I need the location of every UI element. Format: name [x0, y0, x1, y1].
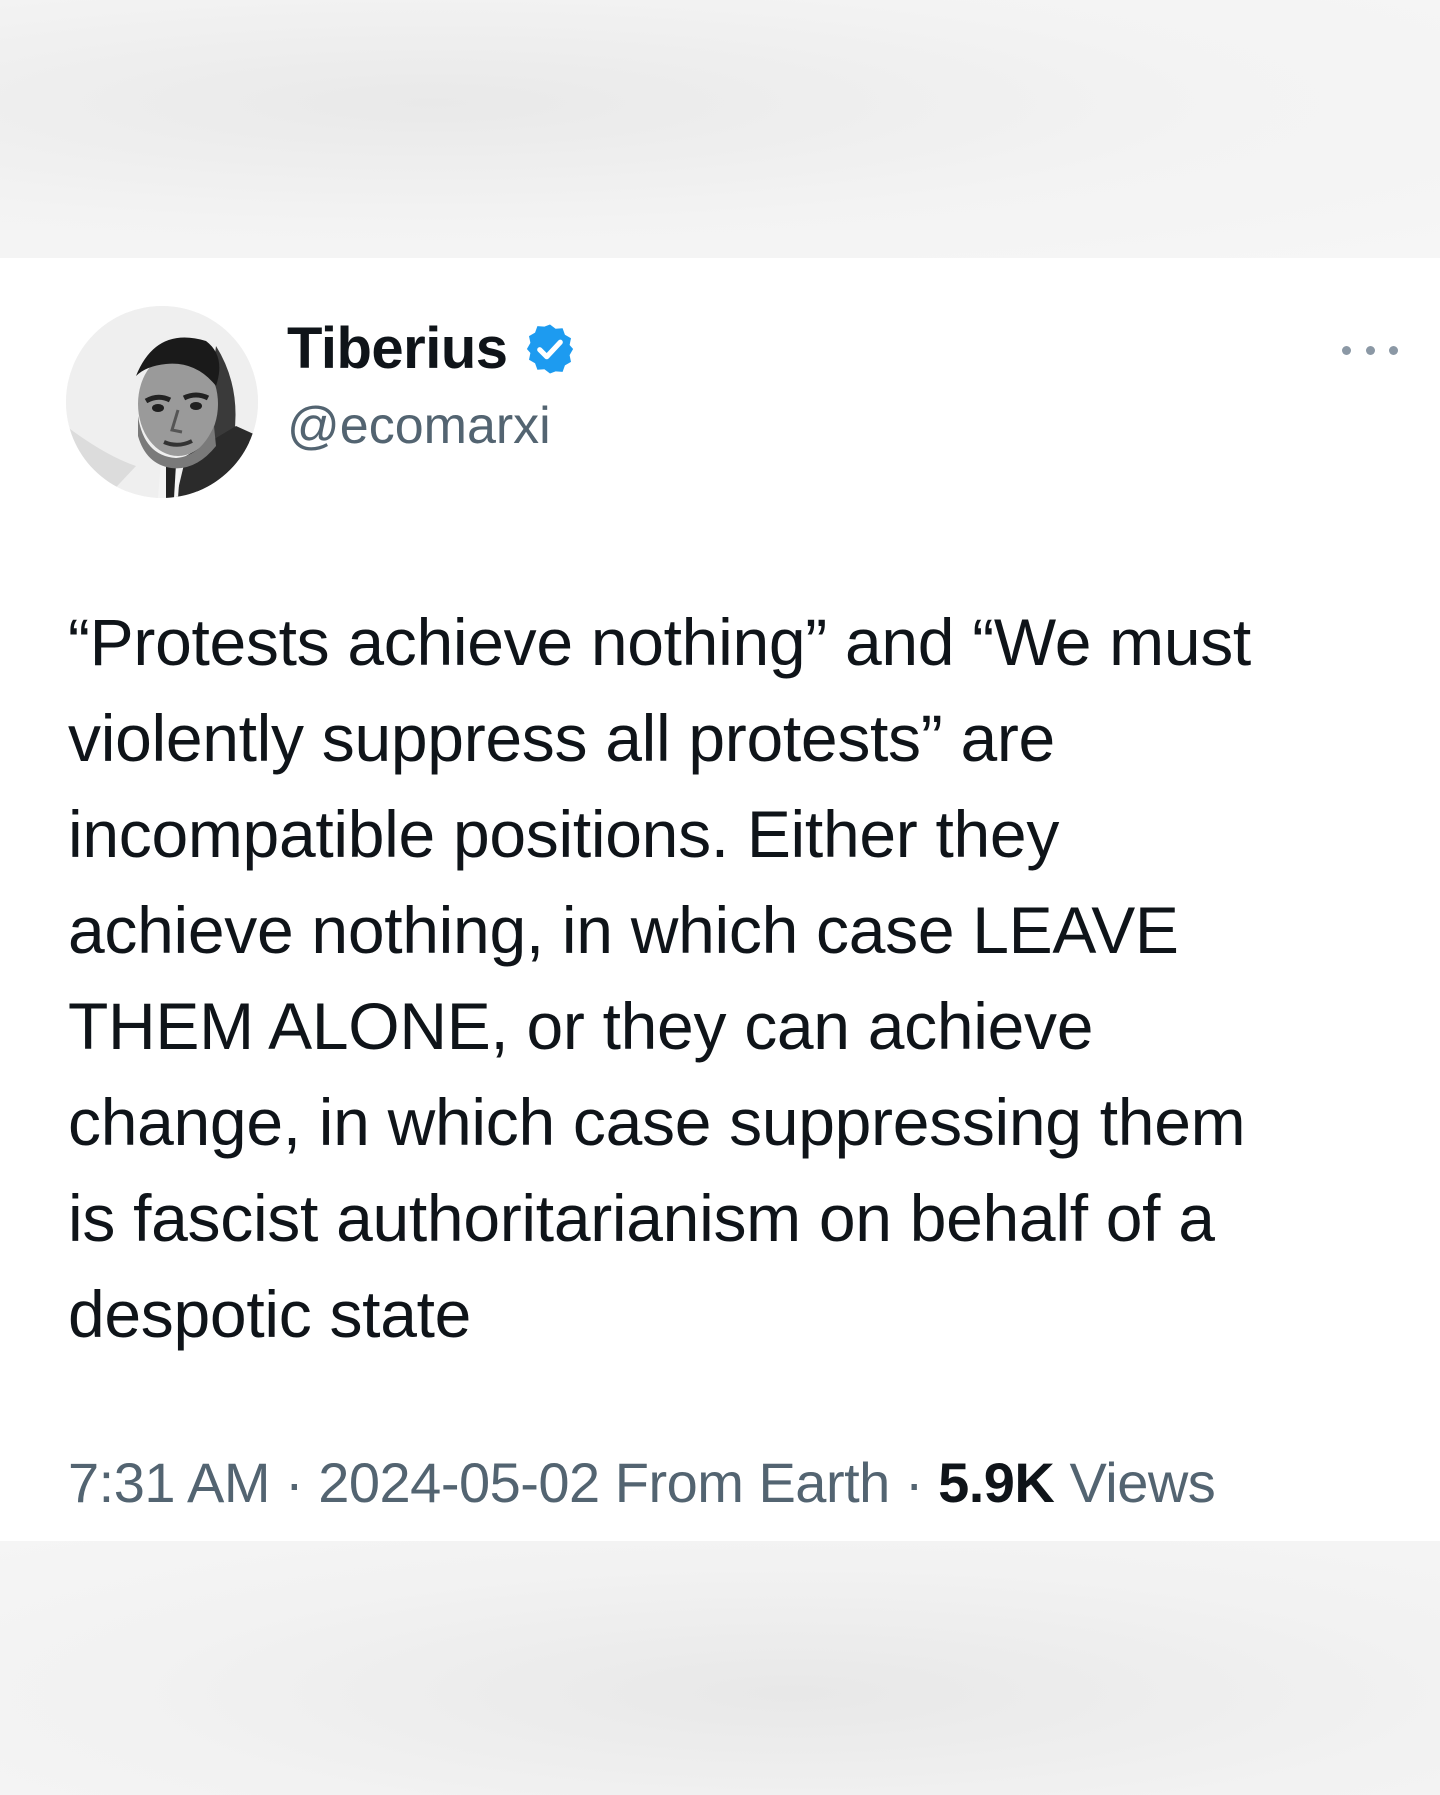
tweet-text: “Protests achieve nothing” and “We must …	[68, 594, 1408, 1362]
author-handle[interactable]: @ecomarxi	[287, 394, 551, 458]
avatar-portrait-icon	[66, 306, 258, 498]
tweet-text-line: violently suppress all protests” are	[68, 701, 1055, 775]
views-label: Views	[1069, 1451, 1216, 1514]
tweet-text-line: THEM ALONE, or they can achieve	[68, 989, 1094, 1063]
tweet-text-line: achieve nothing, in which case LEAVE	[68, 893, 1179, 967]
more-dot	[1342, 345, 1351, 355]
author-name-row[interactable]: Tiberius	[287, 314, 578, 384]
tweet-date[interactable]: 2024-05-02	[318, 1451, 600, 1514]
tweet-text-line: is fascist authoritarianism on behalf of…	[68, 1181, 1215, 1255]
tweet-meta: 7:31 AM · 2024-05-02 From Earth · 5.9K V…	[68, 1448, 1216, 1518]
avatar[interactable]	[66, 306, 258, 498]
tweet-card: Tiberius @ecomarxi “Protests achieve not…	[0, 258, 1440, 1541]
tweet-location: From Earth	[614, 1451, 891, 1514]
tweet-text-line: despotic state	[68, 1277, 472, 1351]
verified-badge-icon	[522, 321, 578, 377]
more-options-icon[interactable]	[1342, 330, 1398, 370]
tweet-text-line: “Protests achieve nothing” and “We must	[68, 605, 1251, 679]
background-bottom	[0, 1541, 1440, 1795]
tweet-text-line: change, in which case suppressing them	[68, 1085, 1246, 1159]
author-display-name[interactable]: Tiberius	[287, 314, 508, 384]
more-dot	[1365, 345, 1375, 355]
meta-separator: ·	[269, 1451, 319, 1514]
background-top	[0, 0, 1440, 258]
tweet-time[interactable]: 7:31 AM	[68, 1451, 270, 1514]
more-dot	[1389, 345, 1398, 355]
meta-separator: ·	[889, 1451, 939, 1514]
tweet-text-line: incompatible positions. Either they	[68, 797, 1060, 871]
views-count[interactable]: 5.9K	[938, 1451, 1055, 1514]
